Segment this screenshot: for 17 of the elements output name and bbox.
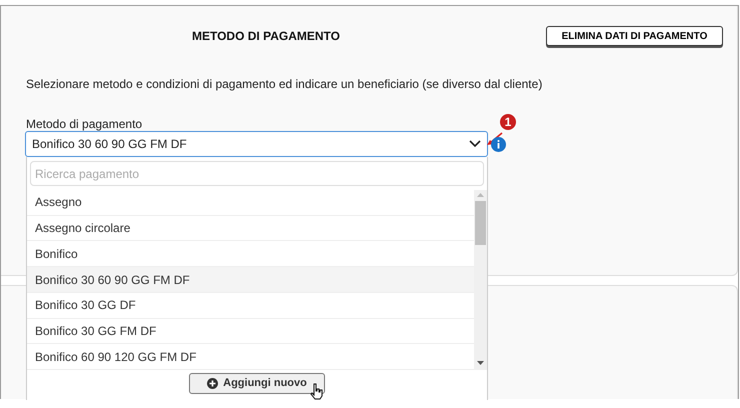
plus-circle-icon bbox=[207, 378, 218, 389]
option-item[interactable]: Bonifico 30 60 90 GG FM DF bbox=[27, 267, 474, 293]
scroll-down-icon[interactable] bbox=[477, 361, 484, 366]
payment-method-select[interactable]: Bonifico 30 60 90 GG FM DF bbox=[25, 131, 488, 157]
description-text: Selezionare metodo e condizioni di pagamento ed indicare un beneficiario (se diverso dal cliente) bbox=[26, 77, 542, 91]
info-icon[interactable] bbox=[491, 137, 506, 152]
field-label: Metodo di pagamento bbox=[26, 117, 142, 131]
scrollbar[interactable] bbox=[474, 190, 487, 370]
option-item[interactable]: Assegno circolare bbox=[27, 216, 474, 242]
delete-payment-button[interactable]: ELIMINA DATI DI PAGAMENTO bbox=[546, 26, 723, 46]
chevron-down-icon bbox=[469, 140, 481, 148]
scrollbar-thumb[interactable] bbox=[475, 201, 486, 245]
option-item[interactable]: Bonifico 30 GG FM DF bbox=[27, 318, 474, 344]
section-title: METODO DI PAGAMENTO bbox=[192, 28, 340, 45]
add-new-button[interactable]: Aggiungi nuovo bbox=[189, 373, 325, 394]
scroll-up-icon[interactable] bbox=[477, 193, 484, 198]
search-field[interactable]: Ricerca pagamento bbox=[30, 161, 484, 186]
